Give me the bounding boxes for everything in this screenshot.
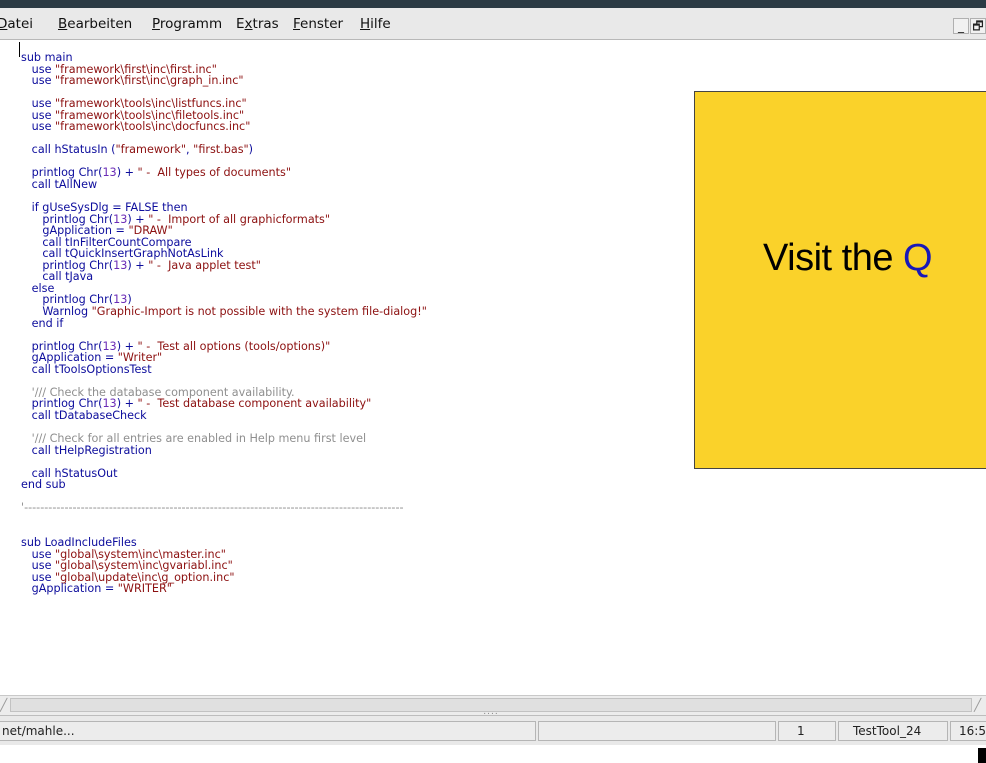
code-token: use bbox=[21, 74, 56, 88]
code-token: ) + bbox=[127, 258, 149, 272]
code-token: call hStatusIn ( bbox=[21, 143, 116, 157]
menu-bar: Datei Bearbeiten Programm Extras Fenster… bbox=[0, 8, 986, 40]
code-line: end sub bbox=[21, 479, 427, 491]
window-top-border bbox=[0, 0, 986, 8]
menu-fenster[interactable]: Fenster bbox=[293, 16, 343, 32]
code-line: use "framework\tools\inc\docfuncs.inc" bbox=[21, 121, 427, 133]
code-token: call tHelpRegistration bbox=[21, 443, 152, 457]
code-line: use "framework\first\inc\graph_in.inc" bbox=[21, 75, 427, 87]
code-token: use bbox=[21, 120, 56, 134]
code-editor[interactable]: sub main use "framework\first\inc\first.… bbox=[0, 40, 986, 695]
code-token: end if bbox=[21, 316, 64, 330]
menu-hilfe[interactable]: Hilfe bbox=[360, 16, 391, 32]
banner-text: Visit the Q bbox=[763, 237, 933, 279]
code-token: "framework\first\inc\graph_in.inc" bbox=[55, 74, 244, 88]
code-token: call tDatabaseCheck bbox=[21, 408, 147, 422]
status-empty-field bbox=[538, 721, 776, 741]
code-token: gApplication = bbox=[21, 582, 118, 596]
code-token: " - All types of documents" bbox=[137, 166, 291, 180]
minimize-button[interactable]: _ bbox=[953, 18, 969, 34]
code-token: "framework" bbox=[115, 143, 187, 157]
code-token: " - Test all options (tools/options)" bbox=[137, 339, 331, 353]
horizontal-scrollbar[interactable]: ╱ .... ╱ bbox=[0, 695, 986, 717]
scroll-thumb[interactable]: .... bbox=[10, 698, 972, 717]
status-path: net/mahle... bbox=[0, 721, 536, 741]
code-line: call tHelpRegistration bbox=[21, 443, 427, 457]
status-time: 16:5 bbox=[950, 721, 986, 741]
code-token: ) bbox=[248, 143, 254, 157]
code-token: "first.bas" bbox=[193, 143, 249, 157]
banner-highlight: Q bbox=[903, 237, 933, 279]
code-token: "framework\tools\inc\docfuncs.inc" bbox=[55, 120, 251, 134]
code-line: call tToolsOptionsTest bbox=[21, 362, 427, 376]
info-banner: Visit the Q bbox=[694, 91, 986, 469]
code-token: call tAllNew bbox=[21, 178, 98, 192]
code-token: '---------------------------------------… bbox=[21, 501, 404, 515]
menu-extras[interactable]: Extras bbox=[236, 16, 279, 32]
status-app: TestTool_24 bbox=[838, 721, 948, 741]
scroll-left-icon[interactable]: ╱ bbox=[0, 697, 10, 713]
status-bar: net/mahle... 1 TestTool_24 16:5 bbox=[0, 715, 986, 745]
code-line: call tAllNew bbox=[21, 179, 427, 191]
menu-bearbeiten[interactable]: Bearbeiten bbox=[58, 16, 132, 32]
menu-datei[interactable]: Datei bbox=[0, 16, 33, 32]
restore-button[interactable]: 🗗 bbox=[970, 18, 986, 34]
desktop-strip bbox=[0, 745, 986, 763]
code-line: end if bbox=[21, 316, 427, 330]
code-token: "WRITER" bbox=[117, 582, 172, 596]
code-line: gApplication = "WRITER" bbox=[21, 583, 427, 595]
code-line: call hStatusOut bbox=[21, 467, 427, 480]
text-cursor bbox=[19, 42, 20, 57]
code-token: end sub bbox=[21, 478, 66, 492]
code-token: "Graphic-Import is not possible with the… bbox=[91, 305, 427, 319]
menu-programm[interactable]: Programm bbox=[152, 16, 222, 32]
code-line: Warnlog "Graphic-Import is not possible … bbox=[21, 306, 427, 318]
code-token: 13 bbox=[113, 258, 128, 272]
code-line: call hStatusIn ("framework", "first.bas"… bbox=[21, 144, 427, 156]
code-token: " - Java applet test" bbox=[148, 258, 261, 272]
code-line: call tJava bbox=[21, 271, 427, 283]
code-line: '---------------------------------------… bbox=[21, 502, 427, 514]
code-token: call tToolsOptionsTest bbox=[21, 362, 152, 376]
taskbar-edge bbox=[978, 748, 986, 763]
code-token: " - Test database component availability… bbox=[137, 397, 372, 411]
code-line: call tDatabaseCheck bbox=[21, 410, 427, 422]
code-token: ) + bbox=[116, 166, 138, 180]
code-text[interactable]: sub main use "framework\first\inc\first.… bbox=[21, 52, 427, 595]
status-line: 1 bbox=[778, 721, 836, 741]
code-token: " - Import of all graphicformats" bbox=[148, 212, 331, 226]
scroll-right-icon[interactable]: ╱ bbox=[974, 697, 984, 713]
code-token: 13 bbox=[102, 166, 117, 180]
